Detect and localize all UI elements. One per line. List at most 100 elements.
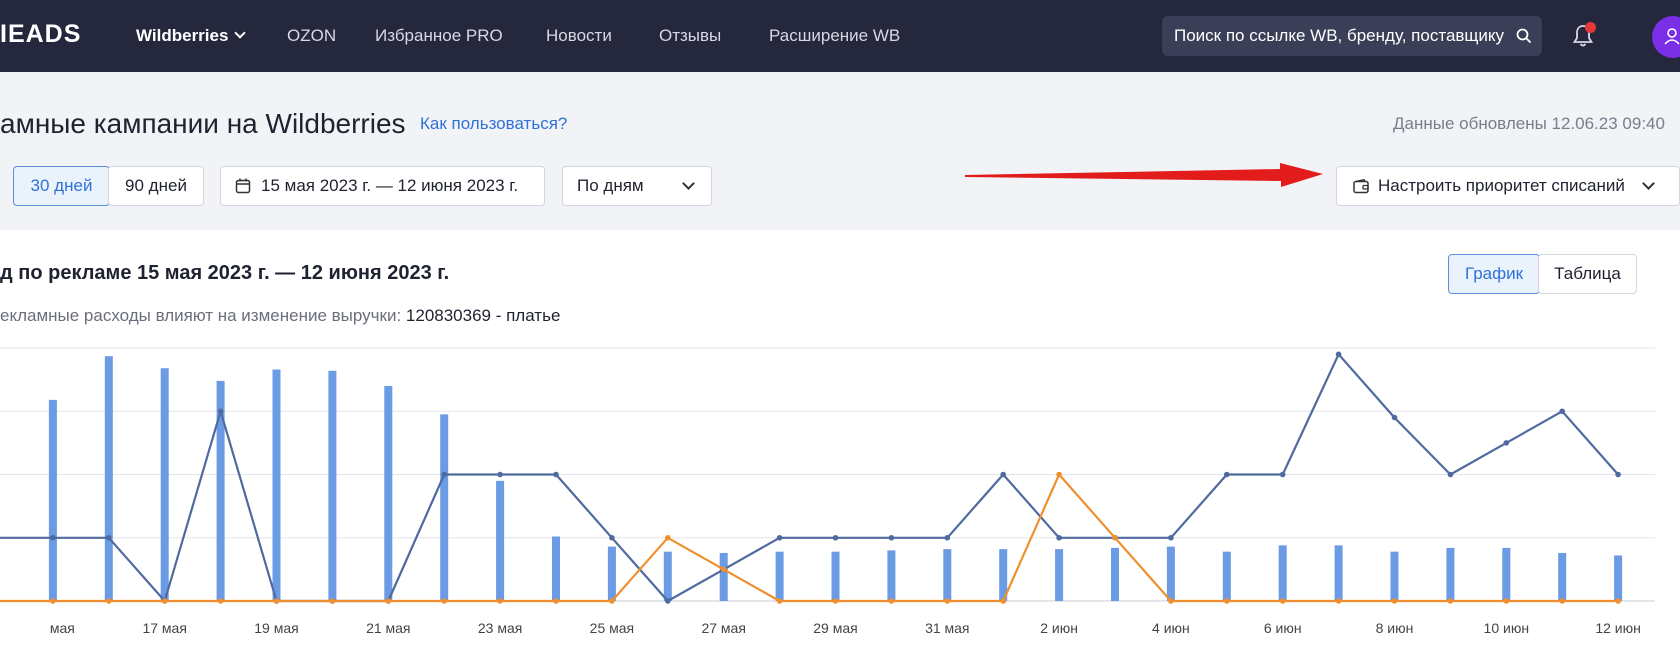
chart-bar — [1166, 546, 1175, 601]
search-icon[interactable] — [1516, 28, 1532, 44]
chart-series-blue-point — [609, 534, 615, 541]
chart-bar — [663, 551, 672, 601]
chart-series-blue-point — [1000, 471, 1006, 478]
search-input[interactable]: Поиск по ссылке WB, бренду, поставщику — [1162, 16, 1542, 56]
app-logo[interactable]: IEADS — [0, 20, 81, 49]
updated-timestamp: Данные обновлены 12.06.23 09:40 — [1393, 114, 1665, 133]
chart-x-tick-label: 12 июн — [1595, 620, 1641, 636]
chart-bar — [831, 551, 840, 601]
chart-card-title: д по рекламе 15 мая 2023 г. — 12 июня 20… — [0, 262, 450, 284]
chart-series-blue-point — [1168, 534, 1174, 541]
chart-x-tick-label: 19 мая — [254, 620, 298, 636]
nav-favorites-pro[interactable]: Избранное PRO — [375, 26, 503, 46]
chart-series-blue-point — [944, 534, 951, 541]
chevron-down-icon — [682, 177, 695, 190]
chart-series-blue-point — [1224, 471, 1230, 478]
chart-series-blue-point — [832, 534, 839, 541]
chart-series-orange-point — [944, 598, 951, 604]
chart-series-orange-point — [441, 598, 448, 604]
nav-reviews[interactable]: Отзывы — [659, 26, 721, 46]
chart-series-orange-point — [1447, 598, 1454, 604]
date-range-value: 15 мая 2023 г. — 12 июня 2023 г. — [261, 176, 519, 195]
chart-bar — [943, 549, 952, 601]
howto-link[interactable]: Как пользоваться? — [420, 114, 567, 134]
chart-bar — [1278, 545, 1287, 601]
notification-badge — [1585, 22, 1596, 33]
nav-ozon[interactable]: OZON — [287, 26, 336, 46]
chart-series-orange-point — [553, 598, 559, 604]
chart-series-orange-point — [1000, 598, 1006, 604]
top-navbar: IEADS Wildberries OZON Избранное PRO Нов… — [0, 0, 1680, 72]
red-arrow-annotation — [965, 163, 1323, 187]
chart-series-blue-point — [553, 471, 559, 478]
group-by-select[interactable]: По дням — [562, 166, 712, 206]
chart-bar — [496, 480, 505, 601]
chart-series-orange-point — [1168, 598, 1174, 604]
nav-wildberries[interactable]: Wildberries — [136, 26, 247, 46]
chart-bar — [719, 552, 728, 601]
chart-bar — [104, 356, 113, 601]
chart-series-blue-point — [497, 471, 503, 478]
chart-bar — [1111, 547, 1119, 601]
chart-series-orange-point — [1279, 598, 1286, 604]
chart-bar — [48, 399, 57, 601]
chart-series-blue-point — [441, 471, 448, 478]
chart-series-blue-point — [50, 534, 56, 541]
period-90-days-button[interactable]: 90 дней — [108, 166, 204, 206]
chart-series-orange-point — [217, 598, 224, 604]
chevron-down-icon — [234, 27, 247, 39]
chart-series-orange-point — [50, 598, 56, 604]
chart-series-orange-point — [832, 598, 839, 604]
chart-bar — [1334, 545, 1343, 601]
chart-bar — [384, 385, 393, 601]
date-range-picker[interactable]: 15 мая 2023 г. — 12 июня 2023 г. — [220, 166, 545, 206]
nav-wildberries-label: Wildberries — [136, 26, 229, 45]
nav-wb-extension[interactable]: Расширение WB — [769, 26, 900, 46]
chart-bar — [775, 551, 784, 601]
chart-x-tick-label: 27 мая — [701, 620, 745, 636]
priority-settings-button[interactable]: Настроить приоритет списаний — [1336, 166, 1680, 206]
chart-series-orange-point — [1503, 598, 1510, 604]
chart-x-tick-label: 10 июн — [1484, 620, 1530, 636]
chart-series-blue-point — [1335, 351, 1342, 358]
chart-series-orange-point — [1615, 598, 1621, 604]
chart-series-orange-point — [1335, 598, 1342, 604]
chart-series-orange-point — [1056, 471, 1062, 478]
chart-series-blue-point — [1615, 471, 1621, 478]
chart-bar — [1502, 547, 1511, 601]
chart-series-blue-point — [1559, 408, 1565, 415]
chart-x-tick-label: 17 мая — [142, 620, 186, 636]
chart-series-orange-point — [776, 598, 783, 604]
chart-x-tick-label: 23 мая — [478, 620, 522, 636]
view-graph-button[interactable]: График — [1448, 254, 1540, 294]
chart-x-tick-label: 2 июн — [1040, 620, 1078, 636]
chart-series-blue-point — [1056, 534, 1062, 541]
chart-series-blue-point — [665, 598, 671, 604]
user-icon — [1664, 28, 1680, 45]
chart-series-orange-point — [888, 598, 895, 604]
chart-bar — [1614, 555, 1623, 601]
chart-x-tick-label: 6 июн — [1264, 620, 1302, 636]
period-30-days-button[interactable]: 30 дней — [13, 166, 110, 206]
chart-bar — [887, 550, 896, 601]
nav-news[interactable]: Новости — [546, 26, 612, 46]
page-title: амные кампании на Wildberries — [0, 108, 406, 139]
chart-x-tick-label: 31 мая — [925, 620, 969, 636]
chart-bar — [552, 536, 560, 601]
chart-series-blue-line — [0, 353, 1619, 603]
chart-bar — [1222, 551, 1231, 601]
chart-series-blue-point — [217, 408, 224, 415]
group-by-value: По дням — [577, 176, 644, 195]
chart-series-orange-point — [720, 566, 727, 573]
chart-bar — [160, 368, 169, 601]
chart-bar — [1446, 547, 1455, 601]
chart-series-orange-point — [385, 598, 392, 604]
chart-series-orange-point — [1112, 534, 1118, 541]
chart-series-orange-point — [329, 598, 336, 604]
avatar[interactable] — [1652, 16, 1680, 58]
chart-x-tick-label: мая — [50, 620, 75, 636]
chart-series-blue-point — [1503, 440, 1510, 446]
chart-series-blue-point — [106, 534, 112, 541]
chart-series-blue-point — [1447, 471, 1454, 478]
view-table-button[interactable]: Таблица — [1538, 254, 1637, 294]
